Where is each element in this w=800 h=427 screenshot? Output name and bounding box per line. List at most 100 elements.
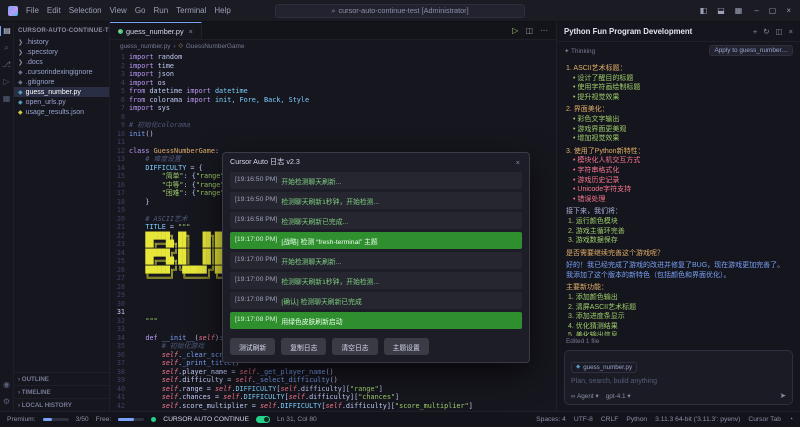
- dialog-button-主题设置[interactable]: 主题设置: [384, 338, 429, 355]
- dialog-close-icon[interactable]: ×: [514, 158, 522, 167]
- explorer-title[interactable]: CURSOR-AUTO-CONTINUE-TEST: [14, 22, 109, 37]
- file-item--gitignore[interactable]: ◆.gitignore: [14, 77, 109, 87]
- menu-selection[interactable]: Selection: [65, 6, 106, 15]
- editor-actions: ▷ ◫ ⋯: [512, 22, 556, 39]
- status-item-cursor-auto-continue[interactable]: CURSOR AUTO CONTINUE: [163, 416, 249, 423]
- edited-note[interactable]: Edited 1 file: [557, 336, 800, 347]
- layout-grid-icon[interactable]: ▦: [730, 6, 748, 15]
- file-item--specstory[interactable]: ❯.specstory: [14, 47, 109, 57]
- menu-run[interactable]: Run: [149, 6, 172, 15]
- file-item--history[interactable]: ❯.history: [14, 37, 109, 47]
- menu-file[interactable]: File: [22, 6, 43, 15]
- add-chat-icon[interactable]: +: [753, 27, 757, 36]
- more-actions-icon[interactable]: ⋯: [540, 26, 548, 35]
- split-editor-icon[interactable]: ◫: [525, 26, 533, 35]
- run-debug-icon[interactable]: ▷: [0, 77, 13, 87]
- status-item-premium-[interactable]: Premium:: [7, 416, 36, 423]
- line-number: 13: [110, 155, 125, 164]
- agent-mode-dropdown[interactable]: ∞ Agent ▾: [571, 392, 599, 400]
- chat-body[interactable]: 1. ASCII艺术标题：设计了醒目的标题使用字符画绘制标题提升视觉效果2. 界…: [557, 59, 800, 336]
- menu-go[interactable]: Go: [131, 6, 150, 15]
- source-control-icon[interactable]: ⎇: [0, 60, 13, 70]
- file-item--cursorindexingignore[interactable]: ◆.cursorindexingignore: [14, 67, 109, 77]
- status-item-cursor-tab[interactable]: Cursor Tab: [748, 416, 781, 423]
- status-item-python[interactable]: Python: [626, 416, 647, 423]
- log-timestamp: [19:17:00 PM]: [235, 256, 277, 266]
- chat-line: 是否需要继续完善这个游戏呢？: [566, 249, 791, 259]
- search-icon[interactable]: ⌕: [0, 43, 13, 53]
- line-number: 41: [110, 393, 125, 402]
- send-icon[interactable]: ➤: [780, 391, 786, 400]
- log-message: [确认] 检测聊天刷新已完成: [281, 296, 361, 306]
- section-outline[interactable]: › OUTLINE: [14, 372, 109, 385]
- status-left: Premium: 3/50 Free: CURSOR AUTO CONTINUE Ln …: [7, 416, 317, 423]
- status-item-crlf[interactable]: CRLF: [601, 416, 618, 423]
- breadcrumb-symbol[interactable]: GuessNumberGame: [186, 43, 245, 50]
- chat-input-box[interactable]: ◆ guess_number.py Plan, search, build an…: [564, 350, 793, 405]
- command-center-search[interactable]: ⌕ cursor-auto-continue-test [Administrat…: [275, 4, 525, 18]
- tab-bar: ● guess_number.py × ▷ ◫ ⋯: [110, 22, 556, 40]
- breadcrumb-file[interactable]: guess_number.py: [120, 43, 170, 50]
- apply-button[interactable]: Apply to guess_number…: [709, 45, 793, 56]
- status-dot[interactable]: [151, 417, 156, 422]
- tab-guess-number-py[interactable]: ● guess_number.py ×: [110, 22, 202, 39]
- auto-continue-toggle[interactable]: [256, 416, 270, 423]
- model-dropdown[interactable]: gpt-4.1 ▾: [606, 392, 631, 400]
- dialog-button-测试刷新[interactable]: 测试刷新: [230, 338, 275, 355]
- menu-help[interactable]: Help: [210, 6, 234, 15]
- code-line: import time: [129, 62, 556, 71]
- file-item-guess-number-py[interactable]: ◆guess_number.py: [14, 87, 109, 97]
- minimize-icon[interactable]: –: [749, 6, 763, 15]
- extensions-icon[interactable]: ▦: [0, 94, 13, 104]
- status-item-ln-31-col-80[interactable]: Ln 31, Col 80: [277, 416, 317, 423]
- tab-close-icon[interactable]: ×: [189, 27, 193, 36]
- panel-icon[interactable]: ◫: [776, 27, 783, 36]
- dialog-button-清空日志[interactable]: 清空日志: [332, 338, 377, 355]
- log-message: [战略] 检测 “fresh-terminal” 主题: [281, 236, 377, 246]
- line-number: 36: [110, 351, 125, 360]
- code-line: import random: [129, 53, 556, 62]
- search-text: cursor-auto-continue-test [Administrator…: [338, 6, 468, 15]
- thinking-label[interactable]: ✦ Thinking: [564, 47, 595, 55]
- file-icon: ◆: [18, 69, 23, 76]
- close-icon[interactable]: ×: [781, 6, 796, 15]
- main-area: ▤ ⌕ ⎇ ▷ ▦ ◉ ⚙ CURSOR-AUTO-CONTINUE-TEST ❯.his…: [0, 22, 800, 411]
- status-item-free-[interactable]: Free:: [96, 416, 112, 423]
- account-icon[interactable]: ◉: [0, 380, 13, 390]
- file-item-open-urls-py[interactable]: ◆open_urls.py: [14, 97, 109, 107]
- chat-input-placeholder[interactable]: Plan, search, build anything: [571, 378, 786, 385]
- context-chip[interactable]: ◆ guess_number.py: [571, 362, 637, 373]
- file-item--docs[interactable]: ❯.docs: [14, 57, 109, 67]
- status-item-utf-8[interactable]: UTF-8: [574, 416, 593, 423]
- history-icon[interactable]: ↻: [763, 27, 769, 36]
- line-number: 14: [110, 164, 125, 173]
- menu-view[interactable]: View: [106, 6, 131, 15]
- menu-terminal[interactable]: Terminal: [172, 6, 210, 15]
- run-icon[interactable]: ▷: [512, 26, 518, 35]
- window-controls: –▢×: [749, 6, 796, 15]
- breadcrumb[interactable]: guess_number.py › ◇ GuessNumberGame: [110, 40, 556, 52]
- chat-line: 2. 游戏主循环完善: [566, 227, 791, 237]
- file-item-usage-results-json[interactable]: ◆usage_results.json: [14, 107, 109, 117]
- log-list: [19:16:50 PM]开始检测聊天刷新...[19:16:50 PM]检测聊…: [223, 170, 529, 331]
- menu-edit[interactable]: Edit: [43, 6, 65, 15]
- file-icon: ◆: [18, 79, 23, 86]
- close-icon[interactable]: ×: [789, 27, 793, 36]
- premium-usage-bar[interactable]: [43, 418, 69, 421]
- status-item-spaces-4[interactable]: Spaces: 4: [536, 416, 566, 423]
- status-item-3-11-3-64-bit-3-11-3-pye[interactable]: 3.11.3 64-bit ('3.11.3': pyenv): [655, 416, 740, 423]
- bell-icon[interactable]: ◔: [789, 416, 793, 423]
- layout-sidebar-icon[interactable]: ◧: [695, 6, 713, 15]
- code-line: self.chances = self.DIFFICULTY[self.diff…: [129, 393, 556, 402]
- settings-icon[interactable]: ⚙: [0, 397, 13, 407]
- free-usage-bar[interactable]: [118, 418, 144, 421]
- code-line: self.range = self.DIFFICULTY[self.diffic…: [129, 385, 556, 394]
- section-timeline[interactable]: › TIMELINE: [14, 385, 109, 398]
- folder-icon: ❯: [18, 39, 23, 46]
- maximize-icon[interactable]: ▢: [764, 6, 782, 15]
- layout-panel-icon[interactable]: ⬓: [712, 6, 730, 15]
- dialog-button-复制日志[interactable]: 复制日志: [281, 338, 326, 355]
- section-local-history[interactable]: › LOCAL HISTORY: [14, 398, 109, 411]
- status-item-3-50[interactable]: 3/50: [76, 416, 89, 423]
- explorer-icon[interactable]: ▤: [0, 26, 13, 36]
